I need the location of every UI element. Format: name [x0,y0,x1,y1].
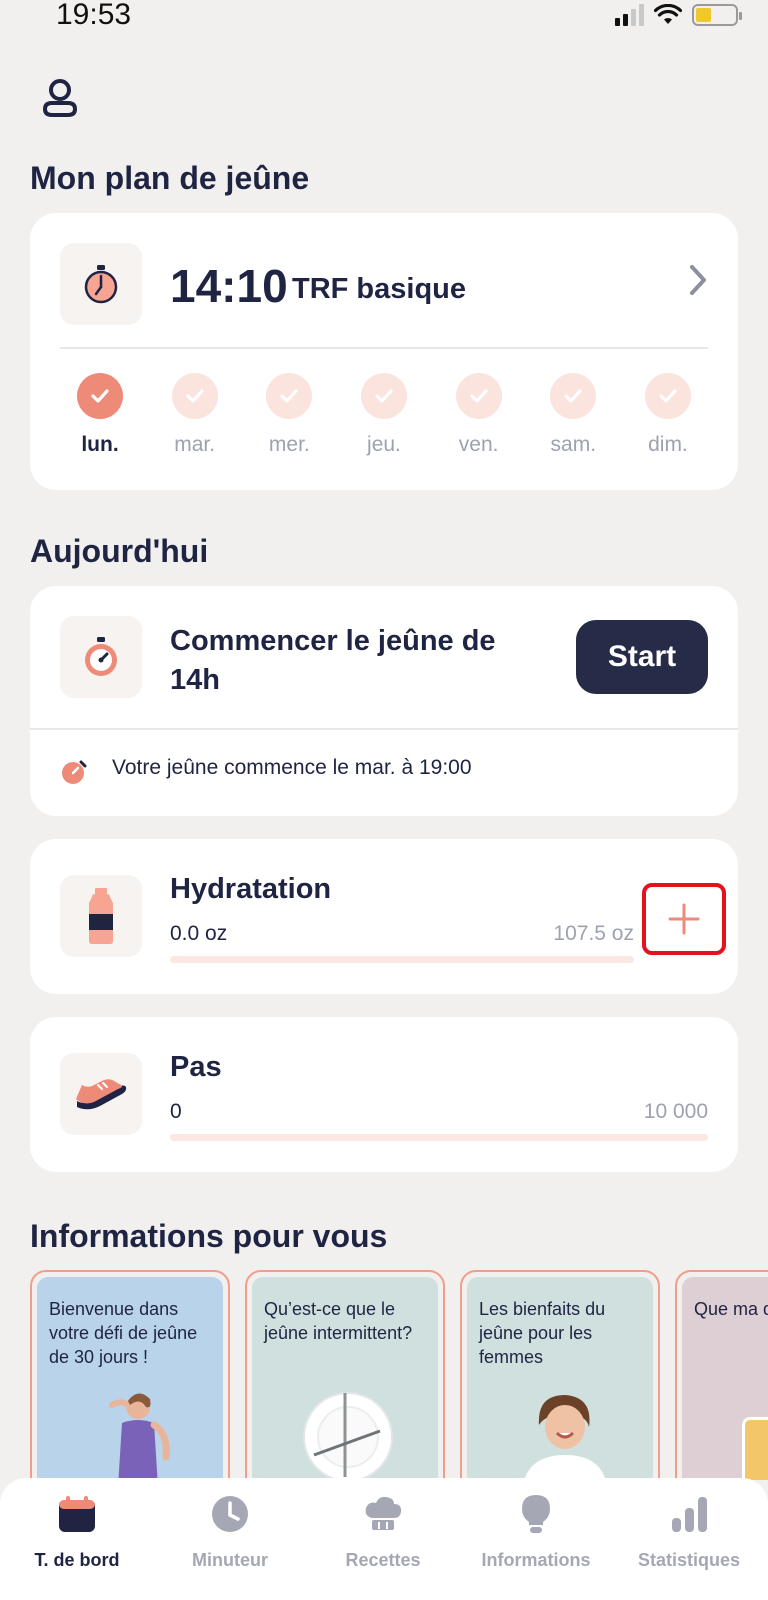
day-check-icon [644,373,691,419]
steps-title: Pas [170,1051,222,1083]
fast-divider [30,728,738,730]
start-fast-card: Commencer le jeûne de 14h Start Votre je… [30,586,738,816]
tab-dashboard[interactable]: T. de bord [0,1492,154,1571]
plan-section-title: Mon plan de jeûne [30,160,310,196]
info-card-inner: Les bienfaits du jeûne pour les femmes [467,1277,653,1480]
hydration-card: Hydratation 0.0 oz 107.5 oz [30,839,738,994]
tab-information[interactable]: Informations [459,1492,613,1571]
fast-icon-tile [60,616,142,698]
tab-label: Informations [481,1550,591,1570]
hydration-title: Hydratation [170,873,332,905]
tab-statistics[interactable]: Statistiques [612,1492,766,1571]
day-check-icon [550,373,597,419]
hydration-progress [170,956,634,963]
tab-label: Statistiques [637,1550,741,1570]
food-box-image [742,1417,768,1480]
steps-progress [170,1134,708,1141]
tab-timer[interactable]: Minuteur [153,1492,307,1571]
plan-icon-tile [60,243,142,325]
bottom-tab-bar: T. de bord Minuteur Recettes Information… [0,1478,768,1600]
day-label: ven. [458,433,499,456]
start-button[interactable]: Start [576,620,708,694]
day-label: mar. [174,433,216,456]
steps-goal: 10 000 [643,1100,708,1123]
status-bar: 19:53 [0,0,768,40]
plus-icon [668,903,700,935]
smiling-woman-image [524,1395,606,1480]
fast-title: Commencer le jeûne de 14h [170,625,496,696]
add-water-button[interactable] [642,883,726,955]
day-check-icon [266,373,313,419]
info-card-text: Bienvenue dans votre défi de jeûne de 30… [49,1299,198,1367]
fast-start-info: Votre jeûne commence le mar. à 19:00 [112,756,472,779]
steps-card: Pas 0 10 000 [30,1017,738,1172]
stopwatch-icon [84,265,118,304]
timer-icon [85,637,117,676]
plan-divider [60,347,708,349]
status-time: 19:53 [56,0,132,31]
tab-label: Minuteur [192,1550,268,1570]
chevron-right-icon[interactable] [688,263,708,305]
sneaker-icon [76,1079,127,1110]
day-label: lun. [81,433,119,456]
info-section-title: Informations pour vous [30,1218,388,1254]
clock-icon [208,1492,252,1536]
today-section-title: Aujourd'hui [30,533,209,569]
small-timer-icon [62,760,87,784]
calendar-icon [55,1492,99,1536]
plan-ratio: 14:10 [170,260,288,312]
day-1[interactable]: mar. [155,373,235,457]
day-4[interactable]: ven. [439,373,519,457]
lightbulb-icon [514,1492,558,1536]
info-card-inner: Bienvenue dans votre défi de jeûne de 30… [37,1277,223,1480]
fasting-plan-card[interactable]: 14:10 TRF basique lun. mar. mer. jeu. ven. sa… [30,213,738,490]
bar-chart-icon [667,1492,711,1536]
day-check-icon [455,373,502,419]
info-card-inner: Que ma de jeûn [682,1277,768,1480]
info-card-text: Qu’est-ce que le jeûne intermittent? [264,1299,413,1343]
day-check-icon [360,373,407,419]
day-label: mer. [268,433,310,456]
info-card-text: Les bienfaits du jeûne pour les femmes [479,1299,606,1367]
info-card-intermittent[interactable]: Qu’est-ce que le jeûne intermittent? [245,1270,445,1480]
day-6[interactable]: dim. [628,373,708,457]
woman-stretching-image [109,1393,170,1480]
hydration-current: 0.0 oz [170,922,228,945]
user-icon [42,79,78,117]
day-label: dim. [648,433,688,456]
tab-label: Recettes [345,1550,421,1570]
info-card-text: Que ma de jeûn [694,1299,768,1319]
plan-name: TRF basique [292,273,467,305]
signal-icon [615,4,644,26]
profile-button[interactable] [38,76,82,120]
info-card-women[interactable]: Les bienfaits du jeûne pour les femmes [460,1270,660,1480]
weekday-row: lun. mar. mer. jeu. ven. sam. dim. [60,373,708,457]
day-3[interactable]: jeu. [344,373,424,457]
tab-recipes[interactable]: Recettes [306,1492,460,1571]
water-bottle-icon [89,888,113,944]
day-2[interactable]: mer. [249,373,329,457]
info-card-challenge[interactable]: Bienvenue dans votre défi de jeûne de 30… [30,1270,230,1480]
chef-hat-icon [361,1492,405,1536]
steps-icon-tile [60,1053,142,1135]
day-5[interactable]: sam. [533,373,613,457]
info-card-inner: Qu’est-ce que le jeûne intermittent? [252,1277,438,1480]
hydration-goal: 107.5 oz [553,922,634,945]
tab-label: T. de bord [34,1550,120,1570]
info-carousel[interactable]: Bienvenue dans votre défi de jeûne de 30… [30,1270,768,1480]
hydration-icon-tile [60,875,142,957]
wifi-icon [654,4,682,24]
plate-cutlery-image [303,1392,393,1480]
day-check-icon [77,373,123,419]
day-label: sam. [550,433,597,456]
status-icons [615,4,742,26]
info-card-partial[interactable]: Que ma de jeûn [675,1270,768,1480]
steps-current: 0 [170,1100,182,1123]
day-label: jeu. [367,433,401,456]
day-check-icon [171,373,218,419]
battery-icon [692,4,742,26]
day-0[interactable]: lun. [60,373,140,457]
